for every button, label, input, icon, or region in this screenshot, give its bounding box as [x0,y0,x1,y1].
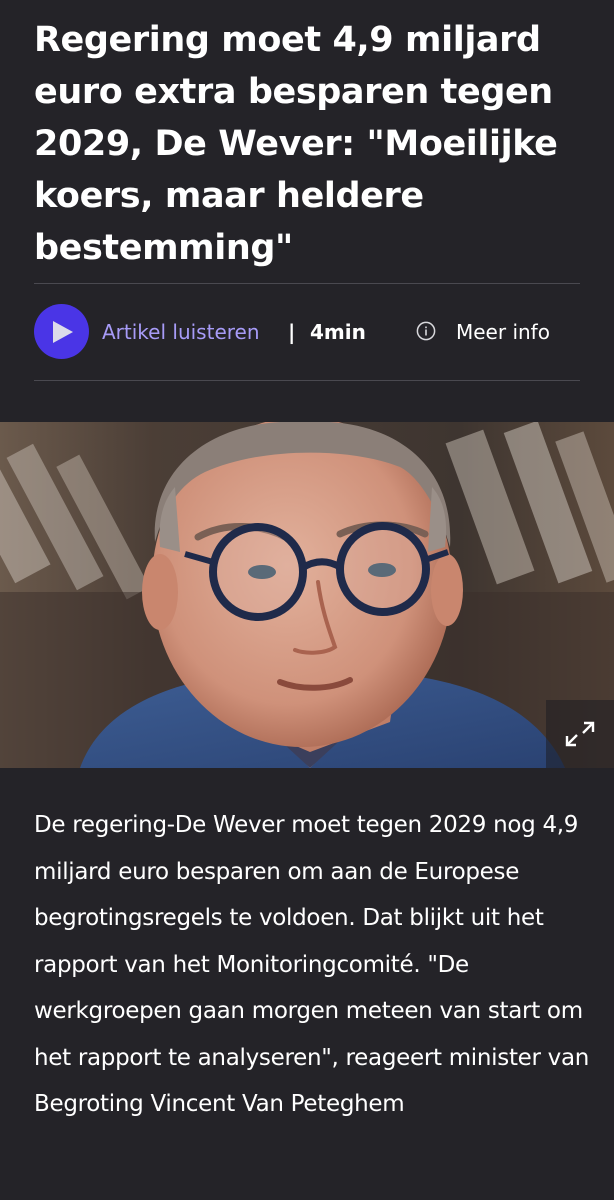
divider [34,380,580,381]
divider [34,283,580,284]
audio-duration: 4min [310,320,366,344]
portrait-photo [0,422,614,768]
audio-player-bar: Artikel luisteren | 4min Meer info [34,304,580,360]
separator: | [288,320,296,344]
article-body-text: De regering-De Wever moet tegen 2029 nog… [34,812,590,1117]
article-headline: Regering moet 4,9 miljard euro extra bes… [34,20,558,268]
article-photo [0,422,614,768]
listen-article-link[interactable]: Artikel luisteren [102,318,260,346]
more-info-label: Meer info [456,320,550,344]
play-icon [53,321,73,343]
article: Regering moet 4,9 miljard euro extra bes… [0,0,614,1200]
play-button[interactable] [34,304,89,359]
expand-icon [565,721,595,747]
expand-photo-button[interactable] [546,700,614,768]
info-circle-icon [416,321,436,341]
